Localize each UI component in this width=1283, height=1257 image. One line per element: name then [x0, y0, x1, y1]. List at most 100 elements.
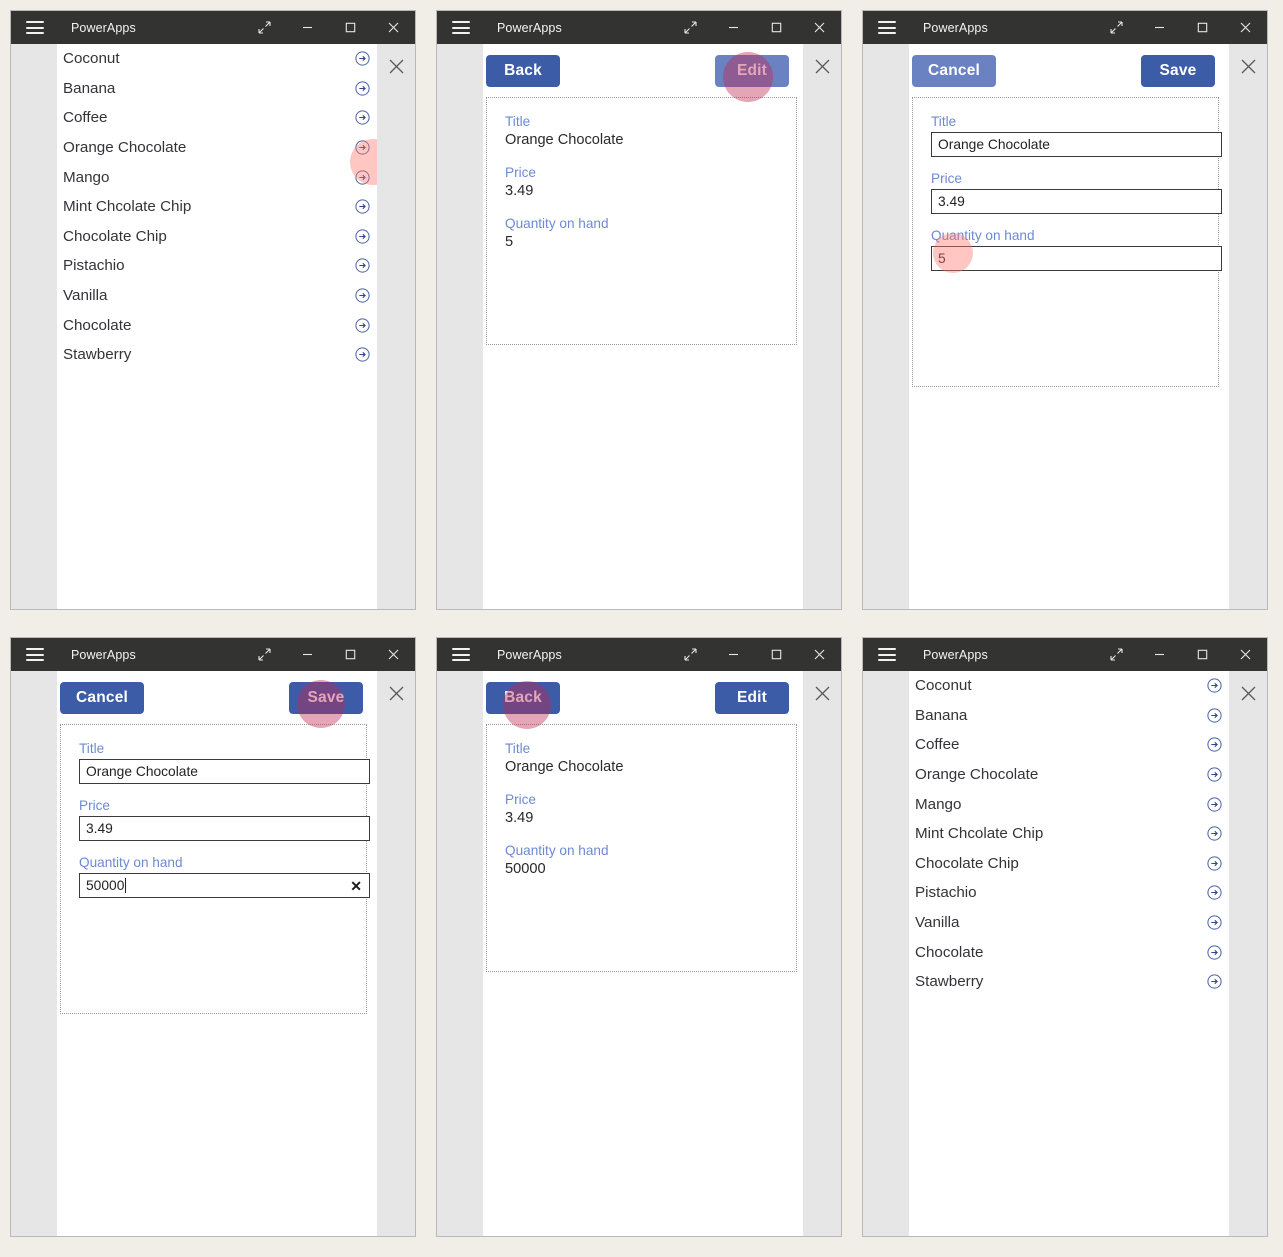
- arrow-right-icon[interactable]: [1199, 826, 1229, 841]
- field-label: Title: [505, 114, 531, 129]
- arrow-right-icon[interactable]: [1199, 885, 1229, 901]
- list-item[interactable]: Chocolate Chip: [909, 849, 1229, 879]
- rail-close-icon[interactable]: [1235, 680, 1261, 706]
- arrow-right-icon[interactable]: [1199, 708, 1229, 723]
- minimize-icon[interactable]: [1138, 11, 1181, 44]
- maximize-icon[interactable]: [755, 11, 798, 44]
- minimize-icon[interactable]: [286, 11, 329, 44]
- arrow-right-icon[interactable]: [347, 110, 377, 126]
- arrow-right-icon[interactable]: [1199, 915, 1229, 930]
- expand-arrows-icon[interactable]: [669, 11, 712, 44]
- close-icon[interactable]: [1224, 638, 1267, 671]
- minimize-icon[interactable]: [1138, 638, 1181, 671]
- field-price: Price 3.49: [79, 798, 370, 841]
- arrow-right-icon[interactable]: [1199, 797, 1229, 812]
- back-button[interactable]: Back: [486, 681, 560, 714]
- expand-arrows-icon[interactable]: [669, 638, 712, 671]
- list-item[interactable]: Coffee: [57, 103, 377, 133]
- rail-close-icon[interactable]: [809, 53, 835, 79]
- list-item[interactable]: Banana: [909, 701, 1229, 731]
- list-item-label: Chocolate: [63, 316, 132, 334]
- list-item[interactable]: Coconut: [57, 44, 377, 74]
- cancel-button[interactable]: Cancel: [912, 54, 997, 87]
- arrow-right-icon[interactable]: [347, 288, 377, 303]
- maximize-icon[interactable]: [755, 638, 798, 671]
- list-item[interactable]: Pistachio: [909, 878, 1229, 908]
- quantity-input[interactable]: 50000 ✕: [79, 873, 370, 898]
- title-input[interactable]: Orange Chocolate: [79, 759, 370, 784]
- clear-icon[interactable]: ✕: [350, 879, 362, 893]
- app-title: PowerApps: [923, 647, 988, 662]
- arrow-right-icon[interactable]: [1199, 974, 1229, 989]
- edit-button[interactable]: Edit: [715, 54, 789, 87]
- back-button[interactable]: Back: [486, 54, 560, 87]
- hamburger-menu-icon[interactable]: [878, 648, 896, 661]
- minimize-icon[interactable]: [286, 638, 329, 671]
- list-item[interactable]: Mango: [57, 162, 377, 192]
- hamburger-menu-icon[interactable]: [878, 21, 896, 34]
- arrow-right-icon[interactable]: [347, 347, 377, 362]
- expand-arrows-icon[interactable]: [243, 638, 286, 671]
- rail-close-icon[interactable]: [1235, 53, 1261, 79]
- close-icon[interactable]: [798, 11, 841, 44]
- save-button[interactable]: Save: [289, 681, 363, 714]
- list-item[interactable]: Vanilla: [909, 908, 1229, 938]
- list-item[interactable]: Pistachio: [57, 251, 377, 281]
- expand-arrows-icon[interactable]: [1095, 11, 1138, 44]
- maximize-icon[interactable]: [1181, 638, 1224, 671]
- list-item[interactable]: Banana: [57, 74, 377, 104]
- expand-arrows-icon[interactable]: [243, 11, 286, 44]
- cancel-button[interactable]: Cancel: [60, 681, 145, 714]
- arrow-right-icon[interactable]: [1199, 945, 1229, 960]
- list-item[interactable]: Mango: [909, 789, 1229, 819]
- arrow-right-icon[interactable]: [1199, 678, 1229, 693]
- list-item[interactable]: Orange Chocolate: [57, 133, 377, 163]
- save-button[interactable]: Save: [1141, 54, 1215, 87]
- rail-close-icon[interactable]: [383, 680, 409, 706]
- rail-close-icon[interactable]: [383, 53, 409, 79]
- list-item[interactable]: Vanilla: [57, 281, 377, 311]
- title-input[interactable]: Orange Chocolate: [931, 132, 1222, 157]
- minimize-icon[interactable]: [712, 11, 755, 44]
- price-input[interactable]: 3.49: [79, 816, 370, 841]
- arrow-right-icon[interactable]: [347, 318, 377, 333]
- arrow-right-icon[interactable]: [347, 51, 377, 66]
- edit-button[interactable]: Edit: [715, 681, 789, 714]
- maximize-icon[interactable]: [1181, 11, 1224, 44]
- arrow-right-icon[interactable]: [347, 170, 377, 185]
- maximize-icon[interactable]: [329, 638, 372, 671]
- list-item[interactable]: Coconut: [909, 671, 1229, 701]
- list-item[interactable]: Mint Chcolate Chip: [57, 192, 377, 222]
- arrow-right-icon[interactable]: [347, 81, 377, 96]
- list-item[interactable]: Stawberry: [909, 967, 1229, 997]
- close-icon[interactable]: [372, 11, 415, 44]
- close-icon[interactable]: [372, 638, 415, 671]
- minimize-icon[interactable]: [712, 638, 755, 671]
- arrow-right-icon[interactable]: [347, 140, 377, 155]
- hamburger-menu-icon[interactable]: [26, 648, 44, 661]
- list-item[interactable]: Coffee: [909, 730, 1229, 760]
- arrow-right-icon[interactable]: [1199, 856, 1229, 871]
- list-item[interactable]: Orange Chocolate: [909, 760, 1229, 790]
- hamburger-menu-icon[interactable]: [452, 648, 470, 661]
- arrow-right-icon[interactable]: [347, 229, 377, 244]
- list-item[interactable]: Mint Chcolate Chip: [909, 819, 1229, 849]
- list-item[interactable]: Chocolate Chip: [57, 222, 377, 252]
- price-input[interactable]: 3.49: [931, 189, 1222, 214]
- list-item[interactable]: Stawberry: [57, 340, 377, 370]
- arrow-right-icon[interactable]: [1199, 737, 1229, 753]
- list-item[interactable]: Chocolate: [909, 937, 1229, 967]
- hamburger-menu-icon[interactable]: [452, 21, 470, 34]
- quantity-input[interactable]: 5: [931, 246, 1222, 271]
- close-icon[interactable]: [1224, 11, 1267, 44]
- arrow-right-icon[interactable]: [1199, 767, 1229, 782]
- hamburger-menu-icon[interactable]: [26, 21, 44, 34]
- rail-close-icon[interactable]: [809, 680, 835, 706]
- expand-arrows-icon[interactable]: [1095, 638, 1138, 671]
- close-icon[interactable]: [798, 638, 841, 671]
- maximize-icon[interactable]: [329, 11, 372, 44]
- arrow-right-icon[interactable]: [347, 258, 377, 274]
- list-item[interactable]: Chocolate: [57, 310, 377, 340]
- arrow-right-icon[interactable]: [347, 199, 377, 214]
- panel-5-detail-after: PowerApps Back Edit Title Orange Chocola…: [436, 637, 842, 1237]
